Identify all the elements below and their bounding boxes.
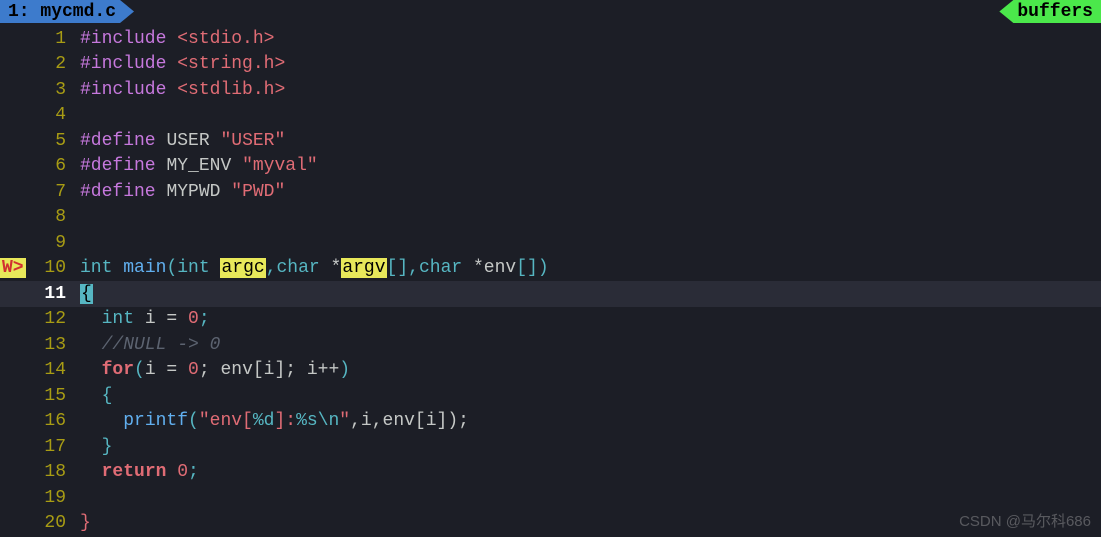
line-number: 13 (30, 335, 70, 355)
line-number: 8 (30, 207, 70, 227)
line-number: 17 (30, 437, 70, 457)
code-line: 15 { (0, 383, 1101, 409)
line-number: 14 (30, 360, 70, 380)
line-number: 16 (30, 411, 70, 431)
code-content: int i = 0; (70, 309, 210, 329)
code-content: #define USER "USER" (70, 131, 285, 151)
line-number: 2 (30, 54, 70, 74)
code-content: } (70, 513, 91, 533)
line-number: 18 (30, 462, 70, 482)
code-content: { (70, 386, 112, 406)
code-line: 18 return 0; (0, 460, 1101, 486)
code-content: int main(int argc,char *argv[],char *env… (70, 258, 549, 278)
watermark: CSDN @马尔科686 (959, 510, 1091, 531)
code-line: 7 #define MYPWD "PWD" (0, 179, 1101, 205)
code-line: 6 #define MY_ENV "myval" (0, 154, 1101, 180)
code-line: 3 #include <stdlib.h> (0, 77, 1101, 103)
matched-brace: } (80, 513, 91, 533)
line-number: 19 (30, 488, 70, 508)
code-content: } (70, 437, 112, 457)
code-content: #define MY_ENV "myval" (70, 156, 318, 176)
code-line: 1 #include <stdio.h> (0, 26, 1101, 52)
code-line: 9 (0, 230, 1101, 256)
code-content: //NULL -> 0 (70, 335, 220, 355)
code-line: 19 (0, 485, 1101, 511)
code-content: return 0; (70, 462, 199, 482)
code-line: 2 #include <string.h> (0, 52, 1101, 78)
highlighted-var: argc (220, 258, 265, 278)
code-line: 20 } (0, 511, 1101, 537)
matched-brace: { (80, 284, 93, 304)
code-line: 16 printf("env[%d]:%s\n",i,env[i]); (0, 409, 1101, 435)
buffer-tab[interactable]: 1: mycmd.c (0, 0, 134, 23)
code-line-current: 11 { (0, 281, 1101, 307)
warning-icon: W> (0, 258, 26, 278)
gutter: W> (0, 258, 30, 278)
code-line: 5 #define USER "USER" (0, 128, 1101, 154)
line-number: 3 (30, 80, 70, 100)
line-number: 12 (30, 309, 70, 329)
code-line: 8 (0, 205, 1101, 231)
tab-bar: 1: mycmd.c buffers (0, 0, 1101, 26)
line-number: 1 (30, 29, 70, 49)
highlighted-var: argv (341, 258, 386, 278)
line-number: 6 (30, 156, 70, 176)
code-content: printf("env[%d]:%s\n",i,env[i]); (70, 411, 469, 431)
line-number: 20 (30, 513, 70, 533)
buffers-indicator[interactable]: buffers (999, 0, 1101, 23)
line-number: 9 (30, 233, 70, 253)
line-number: 10 (30, 258, 70, 278)
code-line: W> 10 int main(int argc,char *argv[],cha… (0, 256, 1101, 282)
line-number: 4 (30, 105, 70, 125)
code-line: 17 } (0, 434, 1101, 460)
code-content: #include <stdlib.h> (70, 80, 285, 100)
code-content: for(i = 0; env[i]; i++) (70, 360, 350, 380)
line-number: 11 (30, 284, 70, 304)
code-editor[interactable]: 1 #include <stdio.h> 2 #include <string.… (0, 26, 1101, 536)
code-line: 12 int i = 0; (0, 307, 1101, 333)
line-number: 5 (30, 131, 70, 151)
line-number: 15 (30, 386, 70, 406)
line-number: 7 (30, 182, 70, 202)
code-line: 14 for(i = 0; env[i]; i++) (0, 358, 1101, 384)
code-content: #include <string.h> (70, 54, 285, 74)
code-line: 13 //NULL -> 0 (0, 332, 1101, 358)
code-content: { (70, 284, 93, 304)
code-content: #define MYPWD "PWD" (70, 182, 285, 202)
code-line: 4 (0, 103, 1101, 129)
code-content: #include <stdio.h> (70, 29, 274, 49)
